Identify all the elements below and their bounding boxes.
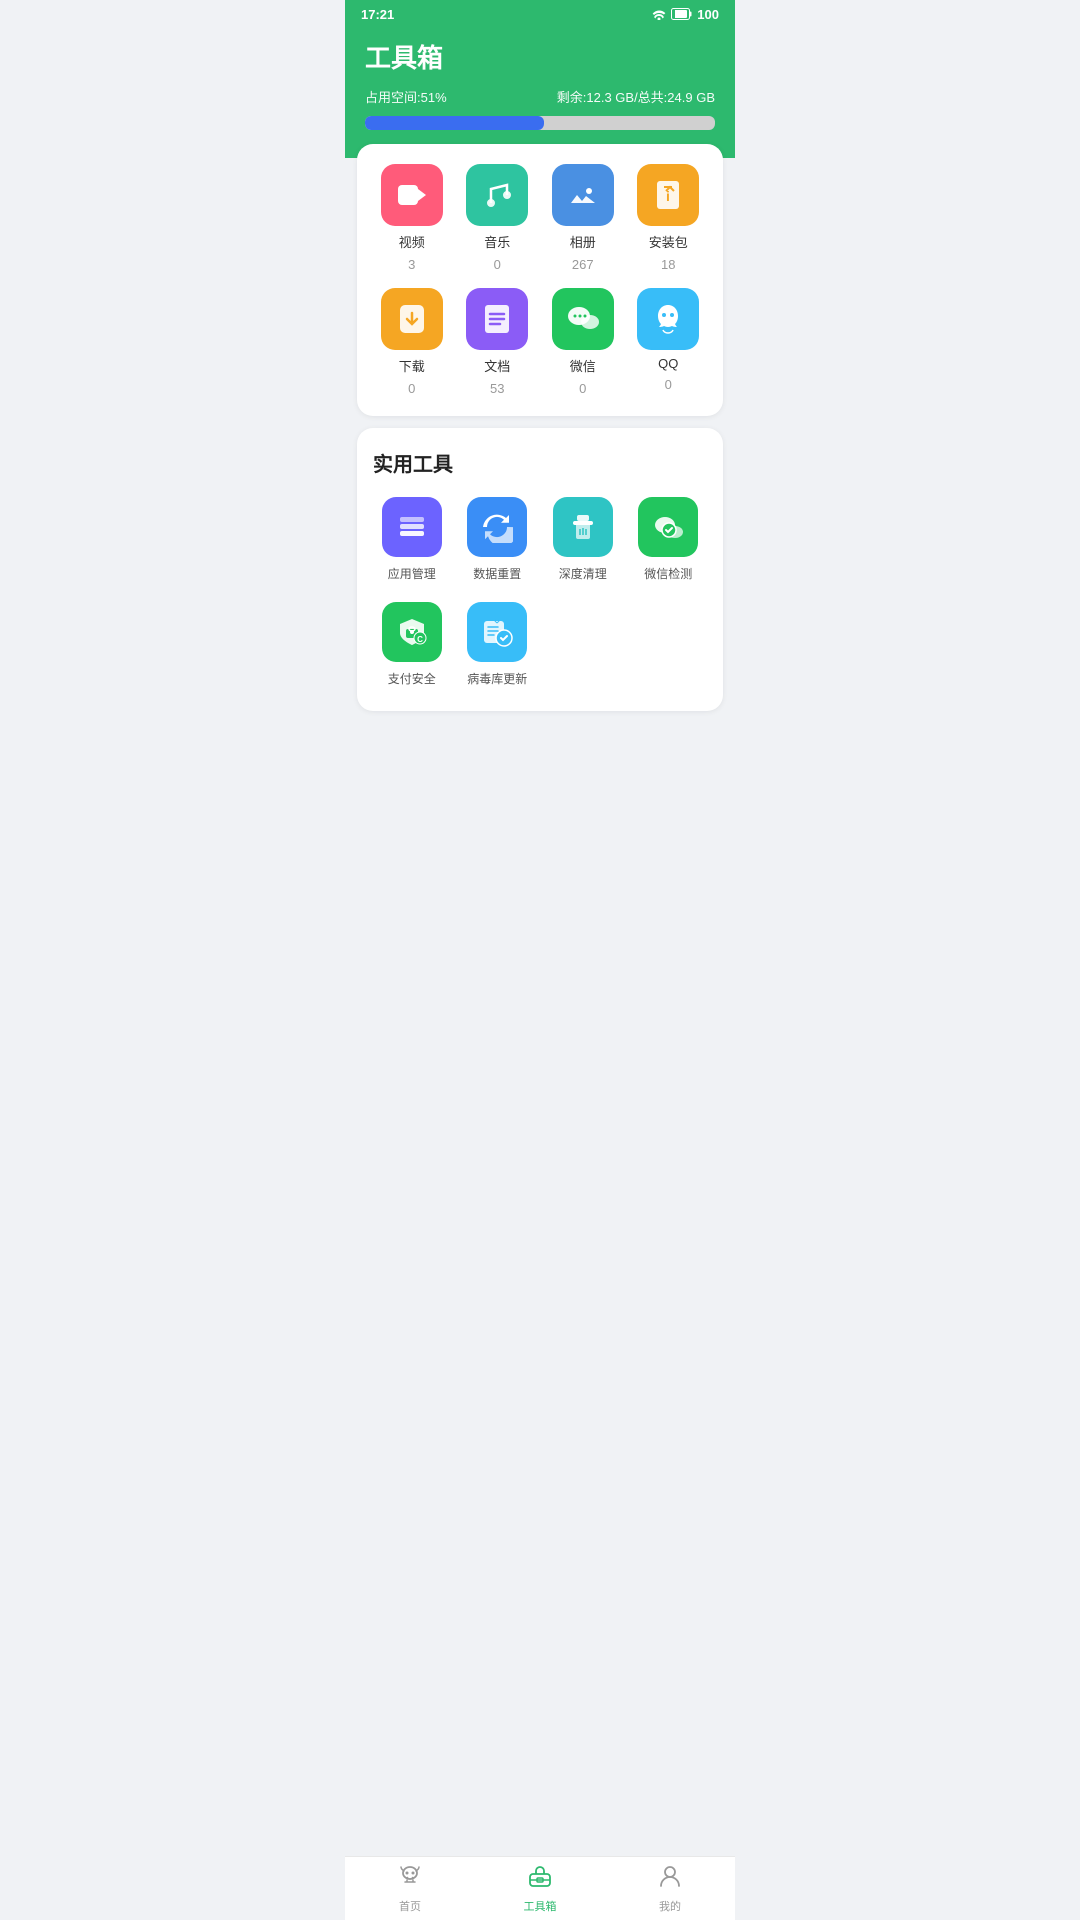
- progress-fill: [365, 116, 544, 130]
- photo-label: 相册: [570, 232, 596, 251]
- download-icon-box: [381, 288, 443, 350]
- deepclean-label: 深度清理: [559, 565, 607, 582]
- datareset-icon-box: [467, 497, 527, 557]
- toolbox-nav-icon: [527, 1864, 553, 1894]
- storage-progress-bar: [365, 116, 715, 130]
- nav-toolbox[interactable]: 工具箱: [475, 1857, 605, 1920]
- wechat-icon-box: [552, 288, 614, 350]
- home-nav-icon: [397, 1864, 423, 1894]
- category-music[interactable]: 音乐 0: [459, 164, 537, 272]
- virusupdate-icon-box: [467, 602, 527, 662]
- tools-grid: 应用管理 数据重置: [373, 497, 707, 687]
- music-count: 0: [494, 257, 501, 272]
- home-icon: [397, 1864, 423, 1888]
- music-label: 音乐: [484, 232, 510, 251]
- doc-icon: [483, 303, 511, 335]
- category-download[interactable]: 下载 0: [373, 288, 451, 396]
- profile-nav-icon: [657, 1864, 683, 1894]
- nav-home-label: 首页: [399, 1898, 421, 1914]
- appmanage-icon: [396, 513, 428, 541]
- storage-remain: 剩余:12.3 GB/总共:24.9 GB: [557, 87, 715, 106]
- package-count: 18: [661, 257, 675, 272]
- status-icons: 100: [651, 7, 719, 22]
- storage-info: 占用空间:51% 剩余:12.3 GB/总共:24.9 GB: [365, 87, 715, 106]
- scroll-container[interactable]: 工具箱 占用空间:51% 剩余:12.3 GB/总共:24.9 GB: [345, 28, 735, 1856]
- tool-wechatcheck[interactable]: 微信检测: [630, 497, 708, 582]
- photo-icon-box: [552, 164, 614, 226]
- storage-used: 占用空间:51%: [365, 87, 447, 106]
- qq-icon: [653, 302, 683, 336]
- appmanage-icon-box: [382, 497, 442, 557]
- category-photo[interactable]: 相册 267: [544, 164, 622, 272]
- main-content: 视频 3 音乐 0: [345, 144, 735, 711]
- download-icon: [396, 303, 428, 335]
- tool-paysafe[interactable]: C 支付安全: [373, 602, 451, 687]
- tool-datareset[interactable]: 数据重置: [459, 497, 537, 582]
- datareset-label: 数据重置: [473, 565, 521, 582]
- category-wechat[interactable]: 微信 0: [544, 288, 622, 396]
- category-doc[interactable]: 文档 53: [459, 288, 537, 396]
- qq-icon-box: [637, 288, 699, 350]
- file-categories-card: 视频 3 音乐 0: [357, 144, 723, 416]
- wechatcheck-icon: [651, 512, 685, 542]
- page-title: 工具箱: [365, 38, 715, 75]
- video-icon: [396, 181, 428, 209]
- package-label: 安装包: [649, 232, 688, 251]
- status-bar: 17:21 100: [345, 0, 735, 28]
- wechat-count: 0: [579, 381, 586, 396]
- paysafe-label: 支付安全: [388, 670, 436, 687]
- doc-label: 文档: [484, 356, 510, 375]
- svg-text:C: C: [417, 635, 423, 644]
- tools-section-title: 实用工具: [373, 448, 707, 477]
- wechatcheck-label: 微信检测: [644, 565, 692, 582]
- appmanage-label: 应用管理: [388, 565, 436, 582]
- wechat-label: 微信: [570, 356, 596, 375]
- virusupdate-icon: [481, 616, 513, 648]
- nav-profile-label: 我的: [659, 1898, 681, 1914]
- tool-virusupdate[interactable]: 病毒库更新: [459, 602, 537, 687]
- nav-profile[interactable]: 我的: [605, 1857, 735, 1920]
- profile-icon: [657, 1864, 683, 1888]
- wechat-icon: [566, 304, 600, 334]
- tool-appmanage[interactable]: 应用管理: [373, 497, 451, 582]
- paysafe-icon: C: [396, 616, 428, 648]
- nav-toolbox-label: 工具箱: [524, 1898, 557, 1914]
- music-icon-box: [466, 164, 528, 226]
- header: 工具箱 占用空间:51% 剩余:12.3 GB/总共:24.9 GB: [345, 28, 735, 158]
- package-icon: i: [654, 179, 682, 211]
- video-label: 视频: [399, 232, 425, 251]
- doc-icon-box: [466, 288, 528, 350]
- photo-icon: [567, 181, 599, 209]
- battery-icon: [671, 8, 693, 20]
- virusupdate-label: 病毒库更新: [467, 670, 527, 687]
- download-label: 下载: [399, 356, 425, 375]
- video-count: 3: [408, 257, 415, 272]
- deepclean-icon: [567, 511, 599, 543]
- video-icon-box: [381, 164, 443, 226]
- package-icon-box: i: [637, 164, 699, 226]
- paysafe-icon-box: C: [382, 602, 442, 662]
- wifi-icon: [651, 8, 667, 20]
- file-grid: 视频 3 音乐 0: [373, 164, 707, 396]
- music-icon: [481, 179, 513, 211]
- deepclean-icon-box: [553, 497, 613, 557]
- status-time: 17:21: [361, 7, 394, 22]
- qq-label: QQ: [658, 356, 678, 371]
- battery-text: 100: [697, 7, 719, 22]
- category-package[interactable]: i 安装包 18: [630, 164, 708, 272]
- bottom-nav: 首页 工具箱 我的: [345, 1856, 735, 1920]
- toolbox-icon: [527, 1864, 553, 1888]
- doc-count: 53: [490, 381, 504, 396]
- photo-count: 267: [572, 257, 594, 272]
- category-qq[interactable]: QQ 0: [630, 288, 708, 396]
- datareset-icon: [481, 511, 513, 543]
- tools-card: 实用工具 应用管理: [357, 428, 723, 711]
- qq-count: 0: [665, 377, 672, 392]
- category-video[interactable]: 视频 3: [373, 164, 451, 272]
- download-count: 0: [408, 381, 415, 396]
- tool-deepclean[interactable]: 深度清理: [544, 497, 622, 582]
- nav-home[interactable]: 首页: [345, 1857, 475, 1920]
- wechatcheck-icon-box: [638, 497, 698, 557]
